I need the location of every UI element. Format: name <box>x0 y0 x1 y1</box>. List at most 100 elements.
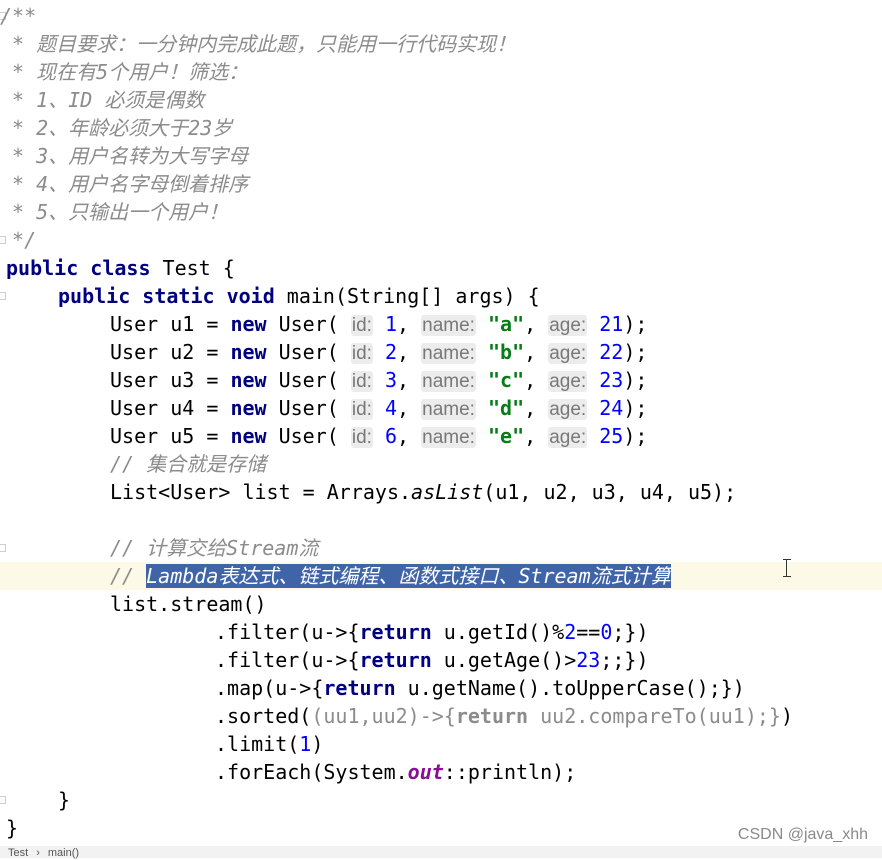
code-token: uu2.compareTo(uu1);} <box>528 704 781 728</box>
code-line-user[interactable]: User u4 = new User( id: 4, name: "d", ag… <box>0 394 882 422</box>
number-literal: 25 <box>599 424 624 448</box>
code-line[interactable]: */ <box>0 226 882 254</box>
param-hint: name: <box>421 399 476 420</box>
keyword: return <box>323 676 396 700</box>
variable-name: u5 <box>170 424 195 448</box>
code-token: ;;}) <box>600 648 649 672</box>
keyword: public <box>6 256 79 280</box>
keyword: void <box>226 284 275 308</box>
param-hint: id: <box>350 315 373 336</box>
param-hint: age: <box>548 371 588 392</box>
param-hint: age: <box>548 427 588 448</box>
code-line-main-decl[interactable]: public static void main(String[] args) { <box>0 282 882 310</box>
code-token: .limit( <box>215 732 300 756</box>
constructor-call: User( <box>266 340 339 364</box>
code-line[interactable]: .forEach(System.out::println); <box>0 758 882 786</box>
comment: */ <box>0 228 37 252</box>
code-line[interactable]: .map(u->{return u.getName().toUpperCase(… <box>0 674 882 702</box>
comment: // 集合就是存储 <box>110 452 267 476</box>
code-line[interactable]: .filter(u->{return u.getId()%2==0;}) <box>0 618 882 646</box>
code-token: .sorted( <box>215 704 312 728</box>
code-line-class-decl[interactable]: public class Test { <box>0 254 882 282</box>
string-literal: "c" <box>487 368 525 392</box>
code-line[interactable]: .limit(1) <box>0 730 882 758</box>
code-line-user[interactable]: User u3 = new User( id: 3, name: "c", ag… <box>0 366 882 394</box>
param-hint: age: <box>548 399 588 420</box>
param-hint: id: <box>350 399 373 420</box>
code-line[interactable]: * 2、年龄必须大于23岁 <box>0 114 882 142</box>
breadcrumb-item-main[interactable]: main() <box>48 847 79 859</box>
code-editor[interactable]: /** * 题目要求：一分钟内完成此题，只能用一行代码实现！ * 现在有5个用户… <box>0 0 882 846</box>
code-line[interactable]: * 3、用户名转为大写字母 <box>0 142 882 170</box>
number-literal: 1 <box>299 732 312 756</box>
number-literal: 24 <box>599 396 624 420</box>
keyword: public <box>58 284 131 308</box>
method-signature: main(String[] args) { <box>274 284 540 308</box>
code-line[interactable]: .filter(u->{return u.getAge()>23;;}) <box>0 646 882 674</box>
keyword: new <box>230 396 267 420</box>
number-literal: 4 <box>384 396 398 420</box>
code-line-current[interactable]: // Lambda表达式、链式编程、函数式接口、Stream流式计算 <box>0 562 882 590</box>
keyword: static <box>142 284 215 308</box>
breadcrumb-item-test[interactable]: Test <box>8 847 28 859</box>
code-line[interactable]: * 4、用户名字母倒着排序 <box>0 170 882 198</box>
comment: * 题目要求：一分钟内完成此题，只能用一行代码实现！ <box>0 32 517 56</box>
number-literal: 23 <box>576 648 601 672</box>
code-line-user[interactable]: User u2 = new User( id: 2, name: "b", ag… <box>0 338 882 366</box>
number-literal: 22 <box>599 340 624 364</box>
code-line[interactable]: * 1、ID 必须是偶数 <box>0 86 882 114</box>
code-line[interactable]: .sorted((uu1,uu2)->{return uu2.compareTo… <box>0 702 882 730</box>
param-hint: age: <box>548 315 588 336</box>
constructor-call: User( <box>266 396 339 420</box>
comment: * 2、年龄必须大于23岁 <box>0 116 233 140</box>
method-args: (u1, u2, u3, u4, u5); <box>483 480 737 504</box>
code-line[interactable]: } <box>0 786 882 814</box>
code-token: u.getAge()> <box>431 648 577 672</box>
code-line[interactable]: /** <box>0 2 882 30</box>
static-field: out <box>407 760 444 784</box>
code-line-user[interactable]: User u5 = new User( id: 6, name: "e", ag… <box>0 422 882 450</box>
constructor-call: User( <box>266 424 339 448</box>
number-literal: 21 <box>599 312 624 336</box>
param-hint: id: <box>350 427 373 448</box>
comment: * 5、只输出一个用户！ <box>0 200 229 224</box>
code-line[interactable]: * 现在有5个用户！筛选： <box>0 58 882 86</box>
type-name: User <box>110 368 159 392</box>
code-token: .filter(u->{ <box>215 620 360 644</box>
keyword: new <box>230 424 267 448</box>
code-line[interactable]: // 计算交给Stream流 <box>0 534 882 562</box>
keyword: new <box>230 312 267 336</box>
code-line[interactable]: list.stream() <box>0 590 882 618</box>
code-line-list-decl[interactable]: List<User> list = Arrays.asList(u1, u2, … <box>0 478 882 506</box>
number-literal: 23 <box>599 368 624 392</box>
comment: * 3、用户名转为大写字母 <box>0 144 249 168</box>
number-literal: 6 <box>384 424 398 448</box>
breadcrumb: Test › main() <box>0 846 882 859</box>
string-literal: "a" <box>487 312 525 336</box>
code-line[interactable]: * 题目要求：一分钟内完成此题，只能用一行代码实现！ <box>0 30 882 58</box>
code-token: ) <box>780 704 793 728</box>
code-token: .map(u->{ <box>215 676 324 700</box>
code-token: .forEach(System. <box>215 760 408 784</box>
param-hint: name: <box>421 343 476 364</box>
selected-text[interactable]: Lambda表达式、链式编程、函数式接口、Stream流式计算 <box>146 564 671 588</box>
class-name: Test { <box>150 256 235 280</box>
keyword: new <box>230 340 267 364</box>
watermark: CSDN @java_xhh <box>737 826 868 843</box>
number-literal: 1 <box>384 312 398 336</box>
param-hint: age: <box>548 343 588 364</box>
comment: // 计算交给Stream流 <box>110 536 319 560</box>
code-token: .filter(u->{ <box>215 648 360 672</box>
code-line[interactable]: // 集合就是存储 <box>0 450 882 478</box>
number-literal: 2 <box>384 340 398 364</box>
code-line[interactable]: * 5、只输出一个用户！ <box>0 198 882 226</box>
code-line-user[interactable]: User u1 = new User( id: 1, name: "a", ag… <box>0 310 882 338</box>
number-literal: 0 <box>600 620 613 644</box>
param-hint: name: <box>421 427 476 448</box>
comment: * 1、ID 必须是偶数 <box>0 88 205 112</box>
variable-name: u2 <box>170 340 195 364</box>
variable-name: u3 <box>170 368 195 392</box>
comment: * 现在有5个用户！筛选： <box>0 60 249 84</box>
chevron-right-icon: › <box>36 847 40 859</box>
brace: } <box>58 788 71 812</box>
